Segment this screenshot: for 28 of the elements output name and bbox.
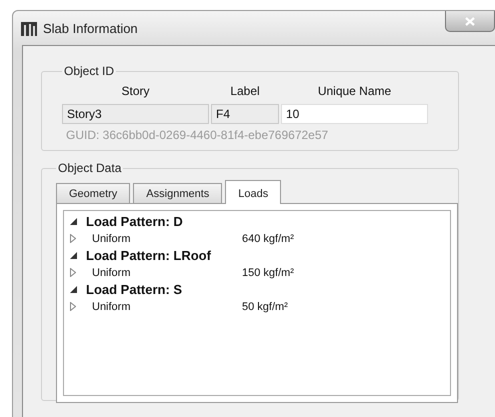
close-button[interactable] [445, 11, 495, 32]
expanded-arrow-icon[interactable] [70, 286, 77, 293]
text-field[interactable]: F4 [211, 104, 279, 124]
text-field[interactable]: 10 [281, 104, 428, 124]
close-icon [465, 16, 475, 26]
expanded-arrow-icon[interactable] [70, 252, 77, 259]
tab[interactable]: Geometry [56, 183, 130, 203]
app-logo-icon [21, 20, 37, 36]
property-name: Uniform [92, 300, 132, 312]
group-label: Load Pattern: D [86, 214, 183, 229]
tab[interactable]: Assignments [133, 183, 222, 203]
guid-text: GUID: 36c6bb0d-0269-4460-81f4-ebe769672e57 [66, 128, 330, 142]
expanded-arrow-icon[interactable] [70, 218, 77, 225]
group-label: Load Pattern: S [86, 282, 182, 297]
text-field[interactable]: Story3 [62, 104, 209, 124]
group-label: Load Pattern: LRoof [86, 248, 211, 263]
property-name: Uniform [92, 232, 132, 244]
collapsed-arrow-icon[interactable] [70, 268, 76, 277]
column-header: Story [120, 84, 150, 100]
column-header: Unique Name [316, 84, 392, 100]
window-title: Slab Information [43, 20, 138, 36]
property-name: Uniform [92, 266, 132, 278]
tab[interactable]: Loads [225, 180, 282, 204]
group-title: Object ID [63, 64, 116, 78]
collapsed-arrow-icon[interactable] [70, 302, 76, 311]
collapsed-arrow-icon[interactable] [70, 234, 76, 243]
group-title: Object Data [57, 161, 122, 175]
column-header: Label [229, 84, 261, 100]
